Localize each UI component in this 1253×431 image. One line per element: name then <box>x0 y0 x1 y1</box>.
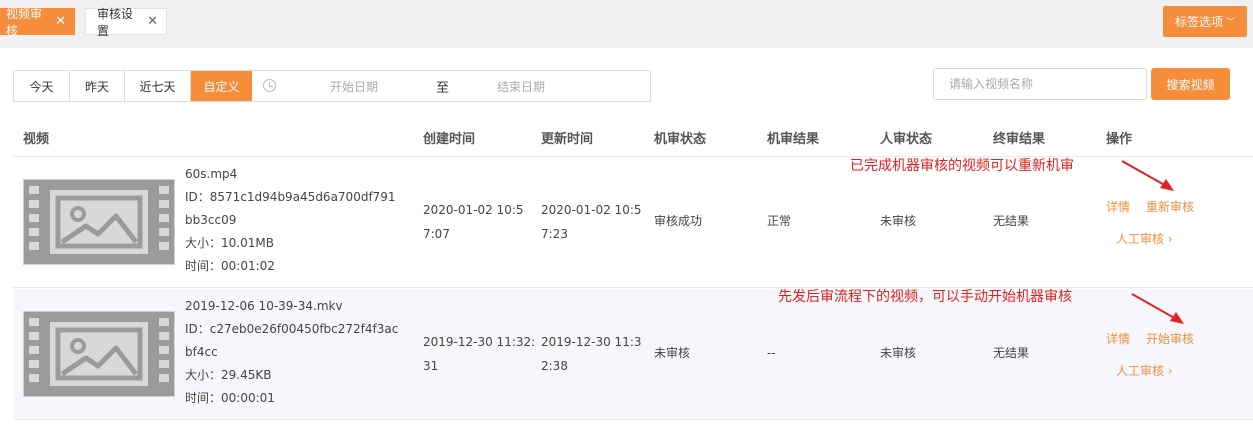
table-row: 2019-12-06 10-39-34.mkv ID：c27eb0e26f004… <box>13 289 1253 420</box>
re-review-link[interactable]: 重新审核 <box>1146 198 1194 215</box>
tab-label: 视频审核 <box>6 6 43 38</box>
close-icon[interactable]: ✕ <box>147 15 158 28</box>
date-range-picker[interactable]: 开始日期 至 结束日期 <box>252 71 650 101</box>
video-filename: 2019-12-06 10-39-34.mkv <box>185 299 343 313</box>
date-separator: 至 <box>436 81 450 96</box>
close-icon[interactable]: ✕ <box>55 15 66 28</box>
updated-time: 2020-01-02 10:5 7:23 <box>541 198 642 246</box>
video-name-search-input[interactable] <box>933 68 1147 100</box>
filter-last-7-days-button[interactable]: 近七天 <box>125 71 191 101</box>
updated-time-line: 2:38 <box>541 359 568 373</box>
start-review-link[interactable]: 开始审核 <box>1146 330 1194 347</box>
manual-review-link[interactable]: 人工审核 › <box>1116 362 1173 379</box>
film-strip <box>24 312 44 396</box>
updated-time: 2019-12-30 11:3 2:38 <box>541 330 642 378</box>
video-id-cont: bf4cc <box>185 345 218 359</box>
image-placeholder-icon <box>50 190 148 254</box>
column-header-manual-status: 人审状态 <box>880 132 933 147</box>
column-header-machine-result: 机审结果 <box>767 132 820 147</box>
video-duration: 时间：00:00:01 <box>185 391 275 405</box>
table-row: 60s.mp4 ID：8571c1d94b9a45d6a700df791 bb3… <box>13 157 1253 288</box>
updated-time-line: 2019-12-30 11:3 <box>541 335 642 349</box>
filter-today-button[interactable]: 今天 <box>14 71 70 101</box>
machine-status: 审核成功 <box>654 214 703 228</box>
video-id: ID：c27eb0e26f00450fbc272f4f3ac <box>185 322 399 336</box>
end-date-input[interactable]: 结束日期 <box>497 78 545 95</box>
created-time-line: 2019-12-30 11:32: <box>423 335 536 349</box>
video-size: 大小：29.45KB <box>185 368 272 382</box>
column-header-actions: 操作 <box>1106 132 1133 147</box>
video-duration: 时间：00:01:02 <box>185 259 275 273</box>
created-time: 2019-12-30 11:32: 31 <box>423 330 535 378</box>
image-placeholder-icon <box>50 322 148 386</box>
machine-result: -- <box>767 346 776 360</box>
film-strip <box>154 312 174 396</box>
detail-link[interactable]: 详情 <box>1106 198 1130 215</box>
video-thumbnail[interactable] <box>23 179 175 265</box>
table-header: 视频 创建时间 更新时间 机审状态 机审结果 人审状态 终审结果 操作 <box>13 119 1253 157</box>
column-header-updated: 更新时间 <box>541 132 594 147</box>
date-filter: 今天 昨天 近七天 自定义 开始日期 至 结束日期 <box>13 70 651 102</box>
created-time-line: 2020-01-02 10:5 <box>423 203 524 217</box>
video-info: 2019-12-06 10-39-34.mkv ID：c27eb0e26f004… <box>185 295 398 410</box>
column-header-video: 视频 <box>23 132 50 147</box>
chevron-down-icon: ﹀ <box>1226 18 1236 28</box>
annotation-arrow-icon <box>1131 293 1184 324</box>
video-thumbnail[interactable] <box>23 311 175 397</box>
column-header-machine-status: 机审状态 <box>654 132 707 147</box>
machine-result: 正常 <box>767 214 792 228</box>
annotation-text: 先发后审流程下的视频，可以手动开始机器审核 <box>778 289 1072 305</box>
detail-link[interactable]: 详情 <box>1106 330 1130 347</box>
updated-time-line: 7:23 <box>541 227 568 241</box>
manual-status: 未审核 <box>880 214 917 228</box>
film-strip <box>24 180 44 264</box>
video-id-cont: bb3cc09 <box>185 213 237 227</box>
column-header-created: 创建时间 <box>423 132 476 147</box>
video-id: ID：8571c1d94b9a45d6a700df791 <box>185 190 396 204</box>
film-strip <box>154 180 174 264</box>
manual-status: 未审核 <box>880 346 917 360</box>
tag-options-label: 标签选项 <box>1174 15 1223 29</box>
created-time-line: 31 <box>423 359 439 373</box>
column-header-final-result: 终审结果 <box>993 132 1046 147</box>
annotation-text: 已完成机器审核的视频可以重新机审 <box>850 158 1074 174</box>
final-result: 无结果 <box>993 346 1030 360</box>
tab-video-review[interactable]: 视频审核 ✕ <box>0 7 75 38</box>
machine-status: 未审核 <box>654 346 691 360</box>
updated-time-line: 2020-01-02 10:5 <box>541 203 642 217</box>
video-size: 大小：10.01MB <box>185 236 274 250</box>
tab-bar: 视频审核 ✕ 审核设置 ✕ 标签选项 ﹀ <box>0 0 1253 48</box>
tag-options-button[interactable]: 标签选项 ﹀ <box>1163 6 1247 37</box>
search-video-button[interactable]: 搜索视频 <box>1151 68 1230 100</box>
final-result: 无结果 <box>993 214 1030 228</box>
tab-label: 审核设置 <box>97 6 134 38</box>
video-filename: 60s.mp4 <box>185 167 238 181</box>
created-time: 2020-01-02 10:5 7:07 <box>423 198 524 246</box>
filter-yesterday-button[interactable]: 昨天 <box>70 71 125 101</box>
video-info: 60s.mp4 ID：8571c1d94b9a45d6a700df791 bb3… <box>185 163 396 278</box>
tab-review-settings[interactable]: 审核设置 ✕ <box>85 7 167 38</box>
filter-custom-button[interactable]: 自定义 <box>191 71 252 101</box>
created-time-line: 7:07 <box>423 227 450 241</box>
start-date-input[interactable]: 开始日期 <box>330 78 378 95</box>
manual-review-link[interactable]: 人工审核 › <box>1116 230 1173 247</box>
clock-icon <box>263 79 276 92</box>
annotation-arrow-icon <box>1121 160 1174 191</box>
